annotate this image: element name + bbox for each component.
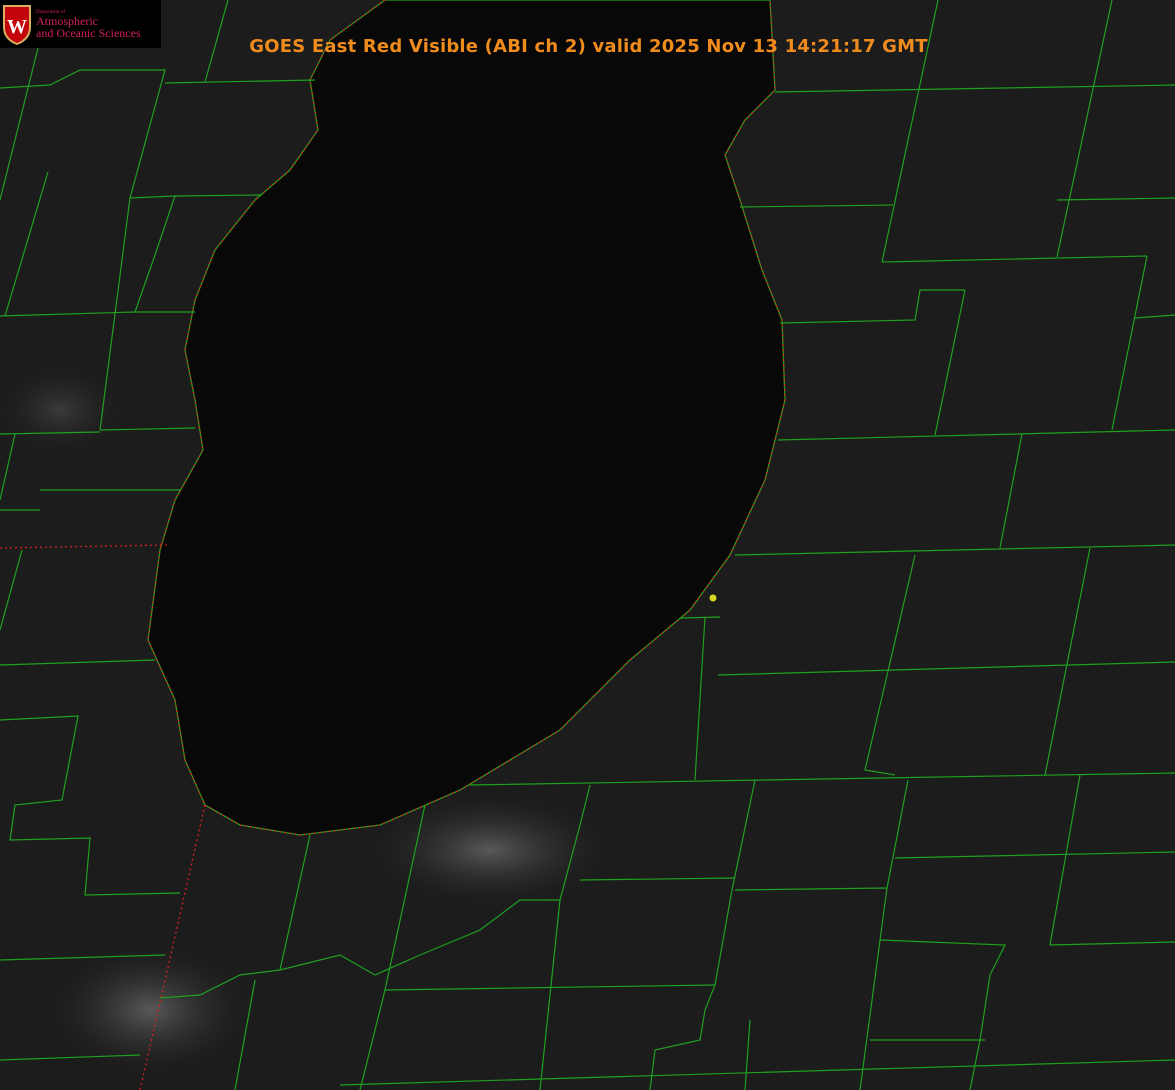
cloud-patch xyxy=(40,940,260,1080)
satellite-image-view: W Department of Atmospheric and Oceanic … xyxy=(0,0,1175,1090)
location-marker xyxy=(709,594,717,602)
logo-line-atmospheric: Atmospheric xyxy=(36,13,98,28)
svg-text:W: W xyxy=(7,16,27,38)
image-title: GOES East Red Visible (ABI ch 2) valid 2… xyxy=(249,36,928,57)
satellite-map xyxy=(0,0,1175,1090)
